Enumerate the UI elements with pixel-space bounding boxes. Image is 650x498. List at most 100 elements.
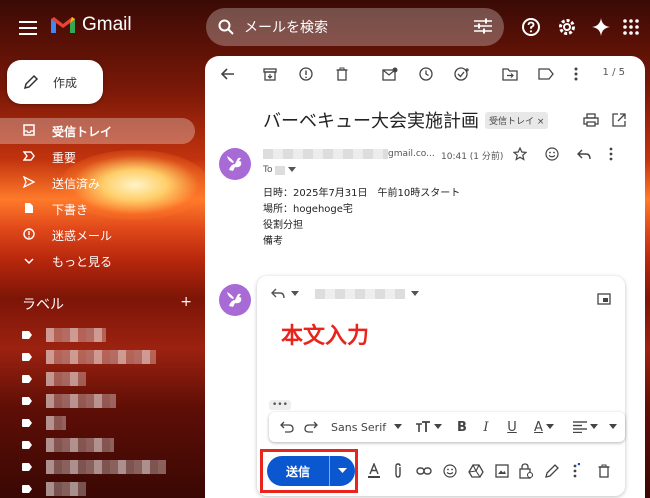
font-family-select[interactable]: Sans Serif	[331, 418, 407, 436]
labels-section-header: ラベル +	[22, 294, 192, 314]
underline-icon[interactable]: U	[505, 418, 519, 436]
open-in-new-window-icon[interactable]	[612, 112, 626, 131]
sidebar-item-important[interactable]: 重要	[0, 144, 195, 170]
label-name-redacted	[46, 372, 86, 386]
label-item[interactable]	[22, 434, 192, 456]
menu-icon[interactable]	[18, 18, 38, 38]
chevron-down-icon[interactable]	[291, 291, 299, 297]
label-item[interactable]	[22, 346, 192, 368]
more-vert-icon[interactable]	[567, 65, 585, 83]
font-size-select[interactable]	[413, 418, 443, 436]
my-avatar[interactable]	[219, 284, 251, 316]
show-trimmed-content-button[interactable]: •••	[269, 400, 291, 410]
more-formatting-icon[interactable]	[607, 418, 619, 436]
insert-photo-icon[interactable]	[493, 462, 511, 480]
label-icon	[22, 485, 32, 493]
pencil-icon	[23, 74, 39, 90]
attach-file-icon[interactable]	[389, 462, 407, 480]
sidebar-nav: 受信トレイ 重要 送信済み 下書き 迷惑メール もっと見る	[0, 118, 195, 274]
archive-icon[interactable]	[261, 65, 279, 83]
spam-icon	[22, 227, 36, 243]
gmail-logo[interactable]: Gmail	[50, 14, 132, 36]
sender-email: gmail.co...	[388, 149, 435, 159]
reply-body-input[interactable]: 本文入力	[281, 318, 369, 350]
app-name: Gmail	[82, 14, 132, 35]
label-icon	[22, 353, 32, 361]
search-options-icon[interactable]	[474, 18, 492, 34]
confidential-mode-icon[interactable]	[517, 462, 535, 480]
delete-icon[interactable]	[333, 65, 351, 83]
mark-unread-icon[interactable]	[381, 65, 399, 83]
sender-name-redacted	[263, 149, 388, 159]
sidebar-item-spam[interactable]: 迷惑メール	[0, 222, 195, 248]
emoji-reaction-icon[interactable]	[545, 146, 559, 165]
recipient-line[interactable]: To	[263, 165, 297, 175]
italic-icon[interactable]: I	[479, 418, 493, 436]
inbox-label-chip[interactable]: 受信トレイ ×	[485, 112, 549, 129]
search-bar[interactable]: メールを検索	[206, 8, 504, 46]
more-vert-icon[interactable]	[609, 146, 613, 165]
redo-icon[interactable]	[303, 418, 319, 436]
sidebar-item-sent[interactable]: 送信済み	[0, 170, 195, 196]
bold-icon[interactable]: B	[455, 418, 469, 436]
send-button-group: 送信	[267, 456, 355, 486]
align-select[interactable]	[571, 418, 599, 436]
discard-draft-icon[interactable]	[595, 462, 613, 480]
chevron-down-icon	[22, 254, 36, 268]
received-time: 10:41 (1 分前)	[441, 152, 504, 162]
reply-header[interactable]	[271, 288, 419, 300]
chevron-down-icon	[545, 424, 554, 429]
label-item[interactable]	[22, 368, 192, 390]
help-icon[interactable]	[520, 16, 542, 38]
text-color-select[interactable]: A	[531, 418, 557, 436]
more-options-icon[interactable]	[567, 462, 585, 480]
label-item[interactable]	[22, 456, 192, 478]
snooze-clock-icon[interactable]	[417, 65, 435, 83]
search-input[interactable]: メールを検索	[244, 17, 328, 37]
label-name-redacted	[46, 328, 106, 342]
gemini-sparkle-icon[interactable]	[590, 16, 612, 38]
label-name-redacted	[46, 394, 116, 408]
label-tag-icon[interactable]	[537, 65, 555, 83]
back-arrow-icon[interactable]	[219, 65, 237, 83]
signature-pen-icon[interactable]	[543, 462, 561, 480]
reply-icon[interactable]	[577, 146, 591, 165]
formatting-options-icon[interactable]	[365, 462, 383, 480]
insert-emoji-icon[interactable]	[441, 462, 459, 480]
label-item[interactable]	[22, 324, 192, 346]
label-name-redacted	[46, 482, 86, 496]
sender-avatar[interactable]	[219, 148, 251, 180]
add-task-icon[interactable]	[453, 65, 471, 83]
sidebar-item-drafts[interactable]: 下書き	[0, 196, 195, 222]
reply-type-icon[interactable]	[271, 288, 285, 300]
undo-icon[interactable]	[279, 418, 295, 436]
sidebar-item-label: 受信トレイ	[52, 124, 113, 139]
report-spam-icon[interactable]	[297, 65, 315, 83]
apps-grid-icon[interactable]	[622, 18, 640, 36]
move-to-folder-icon[interactable]	[501, 65, 519, 83]
label-list	[22, 324, 192, 498]
add-label-button[interactable]: +	[180, 294, 192, 314]
label-item[interactable]	[22, 390, 192, 412]
label-item[interactable]	[22, 478, 192, 498]
google-drive-icon[interactable]	[467, 462, 485, 480]
print-icon[interactable]	[583, 112, 599, 131]
sidebar-item-inbox[interactable]: 受信トレイ	[0, 118, 195, 144]
pop-out-reply-icon[interactable]	[597, 290, 611, 309]
body-line: 場所：hogehoge宅	[263, 204, 353, 215]
compose-button[interactable]: 作成	[7, 60, 103, 104]
gear-icon[interactable]	[556, 16, 578, 38]
sidebar-item-label: もっと見る	[52, 254, 113, 269]
inbox-icon	[22, 123, 36, 139]
formatting-toolbar: Sans Serif B I U A	[269, 412, 625, 442]
star-icon[interactable]	[512, 146, 528, 165]
schedule-send-dropdown[interactable]	[329, 456, 355, 486]
label-item[interactable]	[22, 412, 192, 434]
sidebar-item-more[interactable]: もっと見る	[0, 248, 195, 274]
chevron-down-icon[interactable]	[411, 291, 419, 297]
search-icon[interactable]	[218, 19, 234, 35]
body-line: 備考	[263, 236, 283, 247]
send-button[interactable]: 送信	[267, 463, 329, 480]
insert-link-icon[interactable]	[415, 462, 433, 480]
compose-label: 作成	[53, 75, 78, 90]
